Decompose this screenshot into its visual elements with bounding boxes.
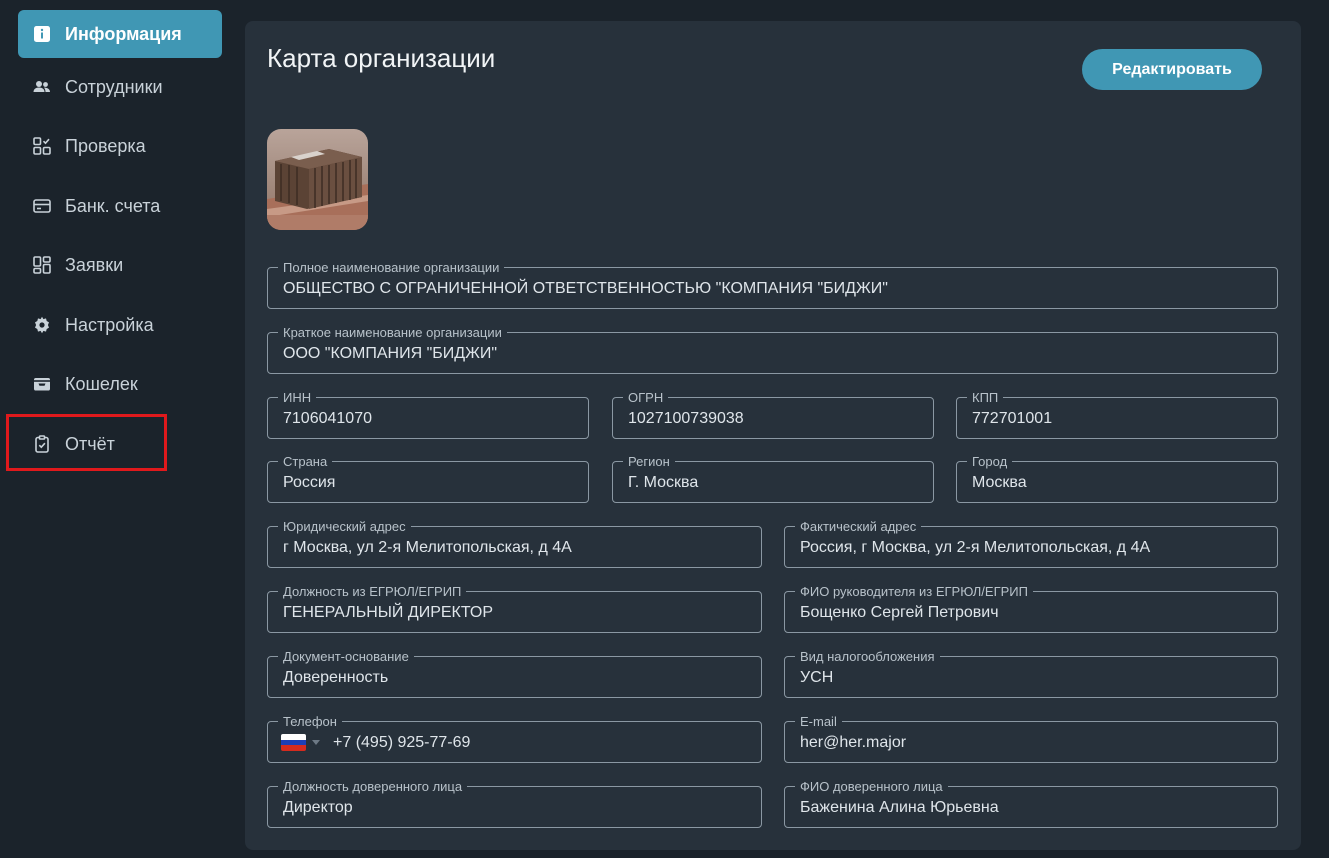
country-value: Россия [283,474,336,491]
applications-grid-icon [32,255,52,275]
sidebar-item-info[interactable]: Информация [18,10,222,58]
wallet-icon [32,374,52,394]
tax-system-value: УСН [800,669,834,686]
proxy-position-field[interactable]: Должность доверенного лица Директор [267,779,762,828]
page-title: Карта организации [267,43,496,73]
sidebar-item-wallet[interactable]: Кошелек [18,360,222,408]
legal-address-value: г Москва, ул 2-я Мелитопольская, д 4А [283,539,572,556]
city-field[interactable]: Город Москва [956,454,1278,503]
position-egrul-value: ГЕНЕРАЛЬНЫЙ ДИРЕКТОР [283,604,494,621]
email-value: her@her.major [800,734,907,751]
sidebar-item-bank-accounts[interactable]: Банк. счета [18,182,222,230]
email-field[interactable]: E-mail her@her.major [784,714,1278,763]
sidebar-item-label: Сотрудники [65,76,163,97]
sidebar-item-label: Заявки [65,254,124,275]
full-name-field[interactable]: Полное наименование организации ОБЩЕСТВО… [267,260,1278,309]
edit-button[interactable]: Редактировать [1082,49,1262,90]
report-clipboard-icon [32,434,52,454]
ogrn-label: ОГРН [623,390,669,405]
actual-address-value: Россия, г Москва, ул 2-я Мелитопольская,… [800,539,1151,556]
inn-value: 7106041070 [283,410,372,427]
sidebar-item-label: Информация [65,23,182,44]
kpp-value: 772701001 [972,410,1053,427]
proxy-position-value: Директор [283,799,353,816]
russia-flag-icon[interactable] [281,734,306,751]
actual-address-field[interactable]: Фактический адрес Россия, г Москва, ул 2… [784,519,1278,568]
basis-document-label: Документ-основание [278,649,414,664]
region-value: Г. Москва [628,474,699,491]
organization-logo [267,129,368,230]
sidebar-item-applications[interactable]: Заявки [18,241,222,289]
inn-field[interactable]: ИНН 7106041070 [267,390,589,439]
position-egrul-field[interactable]: Должность из ЕГРЮЛ/ЕГРИП ГЕНЕРАЛЬНЫЙ ДИР… [267,584,762,633]
full-name-value: ОБЩЕСТВО С ОГРАНИЧЕННОЙ ОТВЕТСТВЕННОСТЬЮ… [283,280,888,297]
info-icon [32,24,52,44]
sidebar-item-label: Отчёт [65,433,115,454]
proxy-name-label: ФИО доверенного лица [795,779,948,794]
short-name-value: ООО "КОМПАНИЯ "БИДЖИ" [283,345,498,362]
organization-card: Карта организации Редактировать Полное н… [245,21,1301,850]
country-dropdown-caret-icon[interactable] [312,740,320,745]
city-label: Город [967,454,1013,469]
phone-label: Телефон [278,714,342,729]
ogrn-value: 1027100739038 [628,410,744,427]
sidebar-item-label: Кошелек [65,373,138,394]
proxy-position-label: Должность доверенного лица [278,779,468,794]
flag-stripe-red [281,745,306,751]
proxy-name-field[interactable]: ФИО доверенного лица Баженина Алина Юрье… [784,779,1278,828]
sidebar-item-check[interactable]: Проверка [18,122,222,170]
short-name-field[interactable]: Краткое наименование организации ООО "КО… [267,325,1278,374]
sidebar: Информация Сотрудники Проверка Банк. сче… [0,0,232,858]
check-grid-icon [32,136,52,156]
country-field[interactable]: Страна Россия [267,454,589,503]
proxy-name-value: Баженина Алина Юрьевна [800,799,999,816]
short-name-label: Краткое наименование организации [278,325,507,340]
sidebar-item-employees[interactable]: Сотрудники [18,63,222,111]
inn-label: ИНН [278,390,317,405]
legal-address-label: Юридический адрес [278,519,411,534]
basis-document-value: Доверенность [283,669,389,686]
region-field[interactable]: Регион Г. Москва [612,454,934,503]
email-label: E-mail [795,714,842,729]
director-name-label: ФИО руководителя из ЕГРЮЛ/ЕГРИП [795,584,1033,599]
position-egrul-label: Должность из ЕГРЮЛ/ЕГРИП [278,584,467,599]
ogrn-field[interactable]: ОГРН 1027100739038 [612,390,934,439]
kpp-label: КПП [967,390,1004,405]
full-name-label: Полное наименование организации [278,260,505,275]
region-label: Регион [623,454,675,469]
basis-document-field[interactable]: Документ-основание Доверенность [267,649,762,698]
gear-icon [32,315,52,335]
sidebar-item-report[interactable]: Отчёт [18,420,222,468]
director-name-field[interactable]: ФИО руководителя из ЕГРЮЛ/ЕГРИП Бощенко … [784,584,1278,633]
country-label: Страна [278,454,333,469]
city-value: Москва [972,474,1027,491]
sidebar-item-label: Банк. счета [65,195,161,216]
kpp-field[interactable]: КПП 772701001 [956,390,1278,439]
users-icon [32,77,52,97]
director-name-value: Бощенко Сергей Петрович [800,604,999,621]
sidebar-item-label: Настройка [65,314,154,335]
phone-value: +7 (495) 925-77-69 [333,734,471,751]
legal-address-field[interactable]: Юридический адрес г Москва, ул 2-я Мелит… [267,519,762,568]
bank-card-icon [32,196,52,216]
sidebar-item-label: Проверка [65,135,146,156]
phone-field[interactable]: Телефон +7 (495) 925-77-69 [267,714,762,763]
tax-system-field[interactable]: Вид налогообложения УСН [784,649,1278,698]
sidebar-item-settings[interactable]: Настройка [18,301,222,349]
actual-address-label: Фактический адрес [795,519,922,534]
tax-system-label: Вид налогообложения [795,649,940,664]
